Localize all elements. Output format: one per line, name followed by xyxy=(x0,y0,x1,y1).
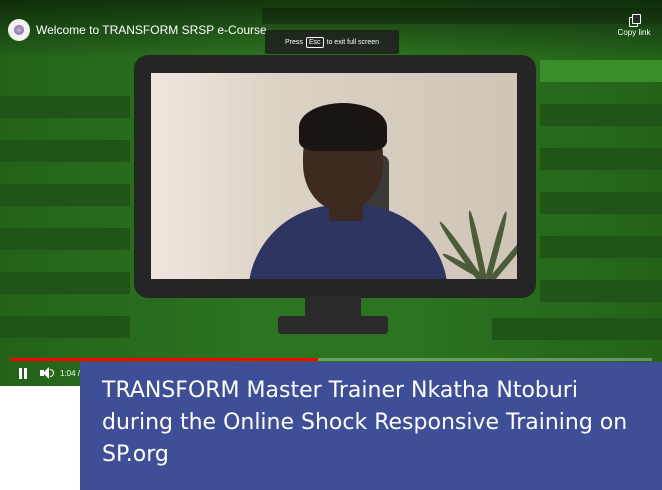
backdrop-stripe xyxy=(492,318,662,340)
fullscreen-hint: Press Esc to exit full screen xyxy=(265,30,399,54)
fullscreen-hint-prefix: Press xyxy=(284,38,303,46)
backdrop-stripe xyxy=(0,96,130,118)
monitor-stand xyxy=(305,296,361,318)
backdrop-stripe xyxy=(0,272,130,294)
video-player[interactable]: Welcome to TRANSFORM SRSP e-Course Press… xyxy=(0,0,662,386)
monitor-base xyxy=(278,316,388,334)
caption-box: TRANSFORM Master Trainer Nkatha Ntoburi … xyxy=(80,362,662,490)
backdrop-stripe xyxy=(0,228,130,250)
backdrop-stripe xyxy=(540,148,662,170)
potted-plant xyxy=(437,169,517,279)
copy-link-label: Copy link xyxy=(617,28,651,37)
channel-avatar-icon[interactable] xyxy=(8,19,30,41)
fullscreen-hint-suffix: to exit full screen xyxy=(326,38,380,46)
backdrop-stripe xyxy=(540,236,662,258)
backdrop-stripe xyxy=(540,280,662,302)
backdrop-stripe xyxy=(540,60,662,82)
webcam-frame xyxy=(151,73,517,279)
video-title[interactable]: Welcome to TRANSFORM SRSP e-Course xyxy=(36,23,267,37)
backdrop-stripe xyxy=(0,316,130,338)
copy-icon xyxy=(629,14,641,27)
copy-link-button[interactable]: Copy link xyxy=(612,14,656,37)
pause-icon[interactable] xyxy=(18,368,28,379)
esc-key-badge: Esc xyxy=(305,36,324,48)
backdrop-stripe xyxy=(540,192,662,214)
backdrop-stripe xyxy=(540,104,662,126)
backdrop-stripe xyxy=(0,184,130,206)
time-display: 1:04 / xyxy=(60,369,81,378)
backdrop-stripe xyxy=(0,140,130,162)
caption-text: TRANSFORM Master Trainer Nkatha Ntoburi … xyxy=(102,378,628,467)
